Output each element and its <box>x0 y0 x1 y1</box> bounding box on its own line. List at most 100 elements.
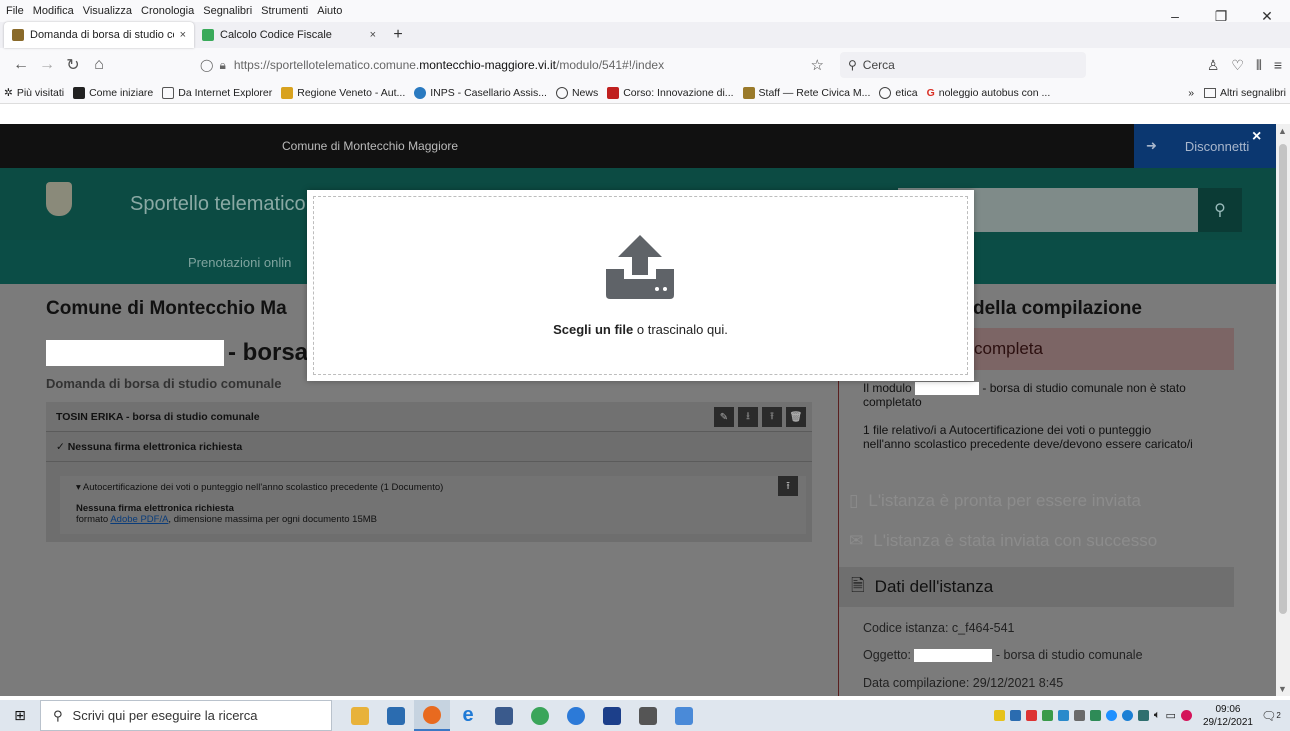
bookmark-item[interactable]: Da Internet Explorer <box>162 86 273 99</box>
msg-suffix: - borsa di studio comunale non è stato c… <box>863 381 1186 409</box>
tab-close-button[interactable]: × <box>370 29 376 41</box>
menu-aiuto[interactable]: Aiuto <box>317 5 342 17</box>
attachment-title[interactable]: ▾ Autocertificazione dei voti o punteggi… <box>76 482 790 493</box>
taskbar-clock[interactable]: 09:06 29/12/2021 <box>1203 703 1253 729</box>
bookmark-item[interactable]: Staff — Rete Civica M... <box>742 86 870 99</box>
new-tab-button[interactable]: + <box>384 22 412 48</box>
dati-istanza-header[interactable]: 🗎︎ Dati dell'istanza <box>839 567 1234 607</box>
firefox-icon[interactable] <box>414 700 450 731</box>
close-modal-button[interactable]: × <box>1252 128 1261 146</box>
search-input[interactable]: ⚲ Cerca <box>840 52 1086 78</box>
bookmark-item[interactable]: Corso: Innovazione di... <box>607 86 734 99</box>
edit-icon[interactable]: ✎ <box>714 407 734 427</box>
status-message: Il modulo - borsa di studio comunale non… <box>863 381 1193 410</box>
menu-icon[interactable]: ≡ <box>1274 57 1282 74</box>
url-prefix: https://sportellotelematico.comune. <box>233 58 420 72</box>
bookmark-star-icon[interactable]: ☆ <box>811 56 824 74</box>
taskview-icon[interactable] <box>378 700 414 731</box>
minimize-button[interactable]: – <box>1152 0 1198 32</box>
file-explorer-icon[interactable] <box>342 700 378 731</box>
tray-app-icon[interactable] <box>1180 710 1192 721</box>
upload-dropzone[interactable]: Scegli un file o trascinalo qui. <box>307 190 974 381</box>
logout-icon: ➜ <box>1146 138 1157 153</box>
ie-icon[interactable]: e <box>450 700 486 731</box>
pdfa-link[interactable]: Adobe PDF/A <box>110 514 168 525</box>
download-icon[interactable]: ⭳ <box>738 407 758 427</box>
upload-icon[interactable]: ⭱ <box>762 407 782 427</box>
notification-icon[interactable]: 🗨︎ 2 <box>1258 700 1284 731</box>
taskbar-search-placeholder: Scrivi qui per eseguire la ricerca <box>72 708 258 723</box>
app-icon[interactable] <box>558 700 594 731</box>
back-icon[interactable]: ← <box>8 52 34 78</box>
taskbar-search-input[interactable]: ⚲ Scrivi qui per eseguire la ricerca <box>40 700 332 731</box>
site-search-button[interactable]: ⚲ <box>1198 188 1242 232</box>
scroll-up-icon[interactable]: ▲ <box>1278 126 1287 136</box>
bookmark-item[interactable]: News <box>555 86 598 99</box>
tray-app-icon[interactable] <box>1057 710 1069 721</box>
menu-modifica[interactable]: Modifica <box>33 5 74 17</box>
url-path: /modulo/541#!/index <box>556 58 665 72</box>
bookmark-item[interactable]: Come iniziare <box>73 86 153 99</box>
msg-prefix: Il modulo <box>863 381 912 395</box>
tray-app-icon[interactable] <box>1105 710 1117 721</box>
tray-app-icon[interactable] <box>1025 710 1037 721</box>
volume-icon[interactable]: 🔈︎ <box>1154 709 1161 722</box>
lock-icon[interactable]: 🔒︎ <box>219 58 225 73</box>
image-app-icon[interactable] <box>666 700 702 731</box>
windows-app-icon[interactable] <box>594 700 630 731</box>
tray-app-icon[interactable] <box>1073 710 1085 721</box>
network-icon[interactable]: ▭ <box>1166 709 1176 722</box>
oggetto-prefix: Oggetto: <box>863 648 911 662</box>
pocket-icon[interactable]: ♡ <box>1231 57 1244 74</box>
signature-status: ✓ Nessuna firma elettronica richiesta <box>46 432 812 462</box>
bookmark-item[interactable]: Regione Veneto - Aut... <box>281 86 405 99</box>
form-box-header: TOSIN ERIKA - borsa di studio comunale ✎… <box>46 402 812 432</box>
home-icon[interactable]: ⌂ <box>86 52 112 78</box>
scrollbar-thumb[interactable] <box>1279 144 1287 614</box>
chrome-icon[interactable] <box>522 700 558 731</box>
tray-app-icon[interactable] <box>1041 710 1053 721</box>
menu-visualizza[interactable]: Visualizza <box>83 5 132 17</box>
shield-icon[interactable]: ◯ <box>200 58 213 72</box>
restore-button[interactable]: ❐ <box>1198 0 1244 32</box>
menu-segnalibri[interactable]: Segnalibri <box>203 5 252 17</box>
bookmark-item[interactable]: ✲ Più visitati <box>4 87 64 99</box>
system-tray: 🔈︎ ▭ 09:06 29/12/2021 🗨︎ 2 <box>993 700 1290 731</box>
forward-icon[interactable]: → <box>34 52 60 78</box>
page-scrollbar[interactable]: ▲ ▼ <box>1276 124 1290 696</box>
trash-icon[interactable]: 🗑︎ <box>786 407 806 427</box>
scroll-down-icon[interactable]: ▼ <box>1278 684 1287 694</box>
nav-prenotazioni[interactable]: Prenotazioni onlin <box>188 255 291 270</box>
menu-strumenti[interactable]: Strumenti <box>261 5 308 17</box>
tray-app-icon[interactable] <box>1121 710 1133 721</box>
page-heading: Comune di Montecchio Ma <box>46 298 287 319</box>
other-bookmarks[interactable]: Altri segnalibri <box>1204 87 1286 99</box>
bookmark-item[interactable]: Gnoleggio autobus con ... <box>927 87 1051 99</box>
bookmarks-bar: ✲ Più visitati Come iniziare Da Internet … <box>0 82 1290 104</box>
url-bar[interactable]: ◯ 🔒︎ https://sportellotelematico.comune.… <box>192 52 832 78</box>
close-window-button[interactable]: ✕ <box>1244 0 1290 32</box>
bookmark-label: Da Internet Explorer <box>178 86 273 99</box>
bookmark-item[interactable]: INPS - Casellario Assis... <box>414 86 547 99</box>
bookmark-item[interactable]: etica <box>879 86 918 99</box>
clock-date: 29/12/2021 <box>1202 716 1253 728</box>
library-icon[interactable]: ⫴ <box>1256 57 1262 74</box>
menu-cronologia[interactable]: Cronologia <box>141 5 194 17</box>
printer-icon[interactable] <box>630 700 666 731</box>
tab-domanda[interactable]: Domanda di borsa di studio co × <box>4 22 194 48</box>
reload-icon[interactable]: ↻ <box>60 52 86 78</box>
bookmarks-overflow-button[interactable]: » <box>1188 87 1194 99</box>
tray-app-icon[interactable] <box>993 710 1005 721</box>
choose-file-link[interactable]: Scegli un file <box>553 322 633 337</box>
calendar-icon[interactable] <box>486 700 522 731</box>
account-icon[interactable]: ♙ <box>1207 57 1220 74</box>
tab-codice-fiscale[interactable]: Calcolo Codice Fiscale × <box>194 22 384 48</box>
tray-app-icon[interactable] <box>1089 710 1101 721</box>
windows-start-icon[interactable]: ⊞ <box>0 700 40 731</box>
search-placeholder: Cerca <box>862 58 895 72</box>
tray-app-icon[interactable] <box>1009 710 1021 721</box>
menu-file[interactable]: File <box>6 5 24 17</box>
tab-close-button[interactable]: × <box>180 29 186 41</box>
upload-icon[interactable]: ⭱ <box>778 476 798 496</box>
tray-app-icon[interactable] <box>1137 710 1149 721</box>
